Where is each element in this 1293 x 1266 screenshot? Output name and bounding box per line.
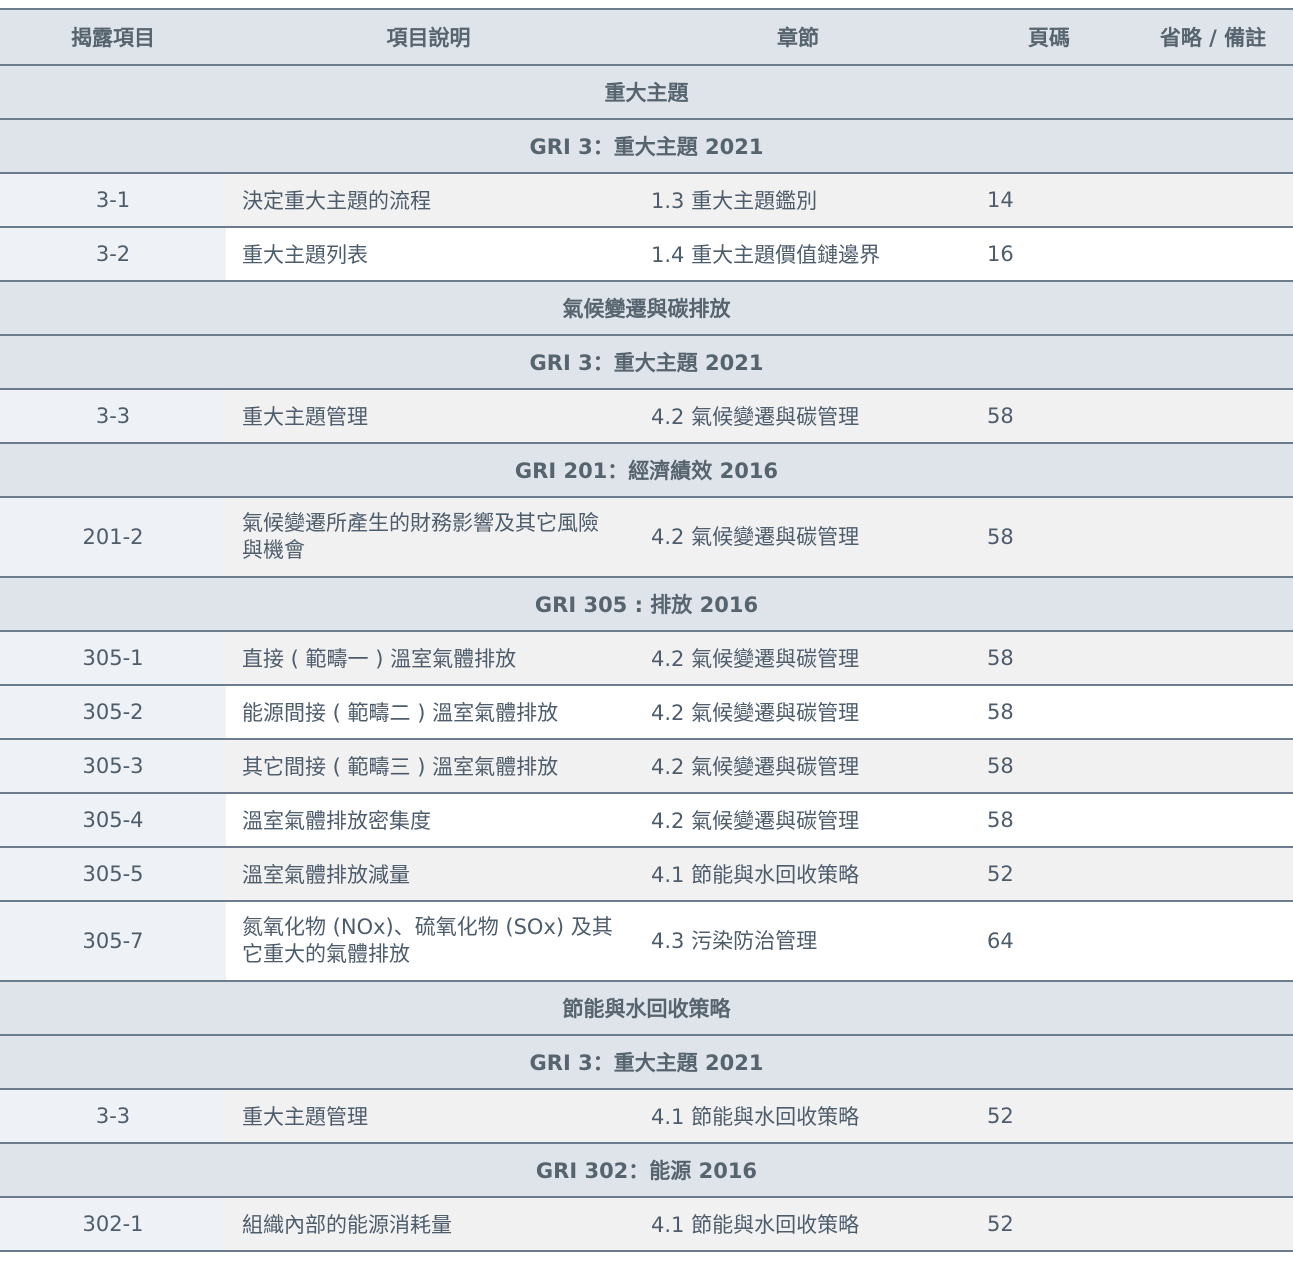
disclosure-description: 氣候變遷所產生的財務影響及其它風險與機會: [226, 497, 631, 578]
section-row: GRI 302：能源 2016: [0, 1143, 1293, 1198]
chapter-reference: 4.1 節能與水回收策略: [631, 1197, 965, 1252]
page-number: 52: [965, 1089, 1133, 1144]
omission-note: [1133, 1089, 1293, 1144]
omission-note: [1133, 739, 1293, 794]
omission-note: [1133, 173, 1293, 228]
disclosure-code: 305-4: [0, 793, 226, 848]
disclosure-code: 305-3: [0, 739, 226, 794]
page-number: 58: [965, 389, 1133, 444]
section-row: GRI 201：經濟績效 2016: [0, 443, 1293, 498]
gri-index-table: 揭露項目 項目說明 章節 頁碼 省略 / 備註 重大主題 GRI 3：重大主題 …: [0, 8, 1293, 1252]
chapter-reference: 4.2 氣候變遷與碳管理: [631, 631, 965, 686]
disclosure-code: 3-3: [0, 1089, 226, 1144]
section-title: 節能與水回收策略: [0, 981, 1293, 1036]
disclosure-description: 重大主題列表: [226, 227, 631, 282]
chapter-reference: 4.2 氣候變遷與碳管理: [631, 685, 965, 740]
header-chapter: 章節: [631, 8, 965, 66]
omission-note: [1133, 1197, 1293, 1252]
omission-note: [1133, 227, 1293, 282]
page-number: 52: [965, 1197, 1133, 1252]
page-number: 58: [965, 685, 1133, 740]
disclosure-code: 302-1: [0, 1197, 226, 1252]
section-title: GRI 305 : 排放 2016: [0, 577, 1293, 632]
section-row: 節能與水回收策略: [0, 981, 1293, 1036]
omission-note: [1133, 901, 1293, 982]
table-row: 302-1 組織內部的能源消耗量 4.1 節能與水回收策略 52: [0, 1197, 1293, 1252]
page-number: 58: [965, 793, 1133, 848]
table-row: 305-1 直接 ( 範疇一 ) 溫室氣體排放 4.2 氣候變遷與碳管理 58: [0, 631, 1293, 686]
chapter-reference: 4.1 節能與水回收策略: [631, 847, 965, 902]
chapter-reference: 4.2 氣候變遷與碳管理: [631, 739, 965, 794]
disclosure-description: 直接 ( 範疇一 ) 溫室氣體排放: [226, 631, 631, 686]
section-row: GRI 305 : 排放 2016: [0, 577, 1293, 632]
header-row: 揭露項目 項目說明 章節 頁碼 省略 / 備註: [0, 8, 1293, 66]
table-row: 3-3 重大主題管理 4.2 氣候變遷與碳管理 58: [0, 389, 1293, 444]
table-header: 揭露項目 項目說明 章節 頁碼 省略 / 備註: [0, 8, 1293, 66]
chapter-reference: 4.3 污染防治管理: [631, 901, 965, 982]
disclosure-code: 3-3: [0, 389, 226, 444]
omission-note: [1133, 793, 1293, 848]
disclosure-description: 重大主題管理: [226, 1089, 631, 1144]
chapter-reference: 4.1 節能與水回收策略: [631, 1089, 965, 1144]
page-number: 16: [965, 227, 1133, 282]
section-title: GRI 201：經濟績效 2016: [0, 443, 1293, 498]
disclosure-code: 3-2: [0, 227, 226, 282]
chapter-reference: 1.4 重大主題價值鏈邊界: [631, 227, 965, 282]
disclosure-description: 其它間接 ( 範疇三 ) 溫室氣體排放: [226, 739, 631, 794]
chapter-reference: 4.2 氣候變遷與碳管理: [631, 793, 965, 848]
disclosure-code: 201-2: [0, 497, 226, 578]
disclosure-code: 305-1: [0, 631, 226, 686]
section-title: GRI 3：重大主題 2021: [0, 1035, 1293, 1090]
omission-note: [1133, 497, 1293, 578]
page-number: 64: [965, 901, 1133, 982]
disclosure-description: 重大主題管理: [226, 389, 631, 444]
disclosure-description: 氮氧化物 (NOx)、硫氧化物 (SOx) 及其它重大的氣體排放: [226, 901, 631, 982]
omission-note: [1133, 685, 1293, 740]
header-page: 頁碼: [965, 8, 1133, 66]
section-row: GRI 3：重大主題 2021: [0, 1035, 1293, 1090]
section-row: 重大主題: [0, 65, 1293, 120]
section-title: GRI 3：重大主題 2021: [0, 119, 1293, 174]
disclosure-description: 決定重大主題的流程: [226, 173, 631, 228]
table-row: 201-2 氣候變遷所產生的財務影響及其它風險與機會 4.2 氣候變遷與碳管理 …: [0, 497, 1293, 578]
chapter-reference: 1.3 重大主題鑑別: [631, 173, 965, 228]
section-title: 重大主題: [0, 65, 1293, 120]
header-code: 揭露項目: [0, 8, 226, 66]
chapter-reference: 4.2 氣候變遷與碳管理: [631, 389, 965, 444]
disclosure-description: 能源間接 ( 範疇二 ) 溫室氣體排放: [226, 685, 631, 740]
table-row: 305-4 溫室氣體排放密集度 4.2 氣候變遷與碳管理 58: [0, 793, 1293, 848]
table-row: 305-7 氮氧化物 (NOx)、硫氧化物 (SOx) 及其它重大的氣體排放 4…: [0, 901, 1293, 982]
section-row: GRI 3：重大主題 2021: [0, 119, 1293, 174]
disclosure-code: 3-1: [0, 173, 226, 228]
page-number: 14: [965, 173, 1133, 228]
section-title: GRI 302：能源 2016: [0, 1143, 1293, 1198]
section-row: 氣候變遷與碳排放: [0, 281, 1293, 336]
disclosure-code: 305-5: [0, 847, 226, 902]
page-number: 52: [965, 847, 1133, 902]
omission-note: [1133, 631, 1293, 686]
disclosure-description: 溫室氣體排放密集度: [226, 793, 631, 848]
table-row: 3-1 決定重大主題的流程 1.3 重大主題鑑別 14: [0, 173, 1293, 228]
disclosure-code: 305-2: [0, 685, 226, 740]
section-title: 氣候變遷與碳排放: [0, 281, 1293, 336]
page-number: 58: [965, 497, 1133, 578]
table-body: 重大主題 GRI 3：重大主題 2021 3-1 決定重大主題的流程 1.3 重…: [0, 65, 1293, 1252]
header-description: 項目說明: [226, 8, 631, 66]
omission-note: [1133, 847, 1293, 902]
table-row: 3-3 重大主題管理 4.1 節能與水回收策略 52: [0, 1089, 1293, 1144]
section-row: GRI 3：重大主題 2021: [0, 335, 1293, 390]
section-title: GRI 3：重大主題 2021: [0, 335, 1293, 390]
disclosure-description: 組織內部的能源消耗量: [226, 1197, 631, 1252]
omission-note: [1133, 389, 1293, 444]
table-row: 3-2 重大主題列表 1.4 重大主題價值鏈邊界 16: [0, 227, 1293, 282]
page-number: 58: [965, 739, 1133, 794]
page-number: 58: [965, 631, 1133, 686]
disclosure-description: 溫室氣體排放減量: [226, 847, 631, 902]
table-row: 305-5 溫室氣體排放減量 4.1 節能與水回收策略 52: [0, 847, 1293, 902]
header-note: 省略 / 備註: [1133, 8, 1293, 66]
chapter-reference: 4.2 氣候變遷與碳管理: [631, 497, 965, 578]
table-row: 305-3 其它間接 ( 範疇三 ) 溫室氣體排放 4.2 氣候變遷與碳管理 5…: [0, 739, 1293, 794]
disclosure-code: 305-7: [0, 901, 226, 982]
table-row: 305-2 能源間接 ( 範疇二 ) 溫室氣體排放 4.2 氣候變遷與碳管理 5…: [0, 685, 1293, 740]
